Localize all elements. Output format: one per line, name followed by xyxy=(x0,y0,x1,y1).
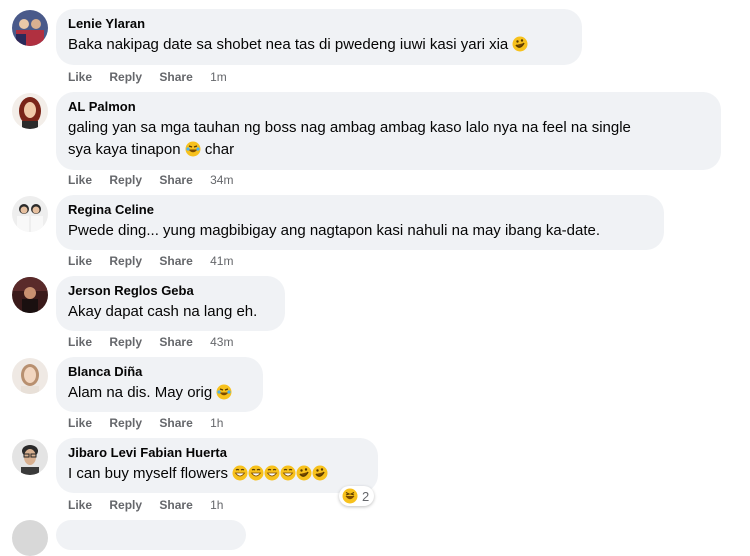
avatar[interactable] xyxy=(12,10,48,46)
comment-actions: Like Reply Share 34m xyxy=(68,172,233,188)
reaction-count: 2 xyxy=(362,488,370,504)
comment-timestamp[interactable]: 1h xyxy=(210,498,223,512)
comment-text: Akay dapat cash na lang eh. xyxy=(68,303,258,320)
like-button[interactable]: Like xyxy=(68,416,92,430)
grin-emoji-icon xyxy=(280,465,296,481)
commenter-name[interactable]: Jerson Reglos Geba xyxy=(68,283,273,299)
commenter-name[interactable]: Lenie Ylaran xyxy=(68,16,570,32)
avatar[interactable] xyxy=(12,439,48,475)
comment-bubble: AL Palmon galing yan sa mga tauhan ng bo… xyxy=(56,92,721,170)
reply-button[interactable]: Reply xyxy=(109,173,142,187)
comment-text: I can buy myself flowers xyxy=(68,463,366,485)
reaction-summary[interactable]: 2 xyxy=(339,486,375,506)
commenter-name[interactable]: Regina Celine xyxy=(68,202,652,218)
like-button[interactable]: Like xyxy=(68,335,92,349)
comment-text: Alam na dis. May orig xyxy=(68,382,251,404)
comment-actions: Like Reply Share 1h xyxy=(68,497,223,513)
like-button[interactable]: Like xyxy=(68,498,92,512)
rofl-emoji-icon xyxy=(512,36,528,52)
like-button[interactable]: Like xyxy=(68,254,92,268)
reply-button[interactable]: Reply xyxy=(109,335,142,349)
comment-bubble xyxy=(56,520,246,550)
rofl-emoji-icon xyxy=(312,465,328,481)
comment-text: Baka nakipag date sa shobet nea tas di p… xyxy=(68,34,570,56)
emoji-group xyxy=(232,465,328,482)
comment-actions: Like Reply Share 41m xyxy=(68,253,233,269)
comment-timestamp[interactable]: 1h xyxy=(210,416,223,430)
comment-timestamp[interactable]: 1m xyxy=(210,70,227,84)
avatar[interactable] xyxy=(12,520,48,556)
joy-emoji-icon xyxy=(216,384,232,400)
share-button[interactable]: Share xyxy=(159,335,192,349)
comment-actions: Like Reply Share 1m xyxy=(68,69,227,85)
comment-actions: Like Reply Share 43m xyxy=(68,334,233,350)
avatar[interactable] xyxy=(12,196,48,232)
share-button[interactable]: Share xyxy=(159,416,192,430)
share-button[interactable]: Share xyxy=(159,254,192,268)
avatar[interactable] xyxy=(12,93,48,129)
avatar[interactable] xyxy=(12,277,48,313)
comment-bubble: Blanca Diña Alam na dis. May orig xyxy=(56,357,263,412)
share-button[interactable]: Share xyxy=(159,173,192,187)
comment-bubble: Lenie Ylaran Baka nakipag date sa shobet… xyxy=(56,9,582,65)
share-button[interactable]: Share xyxy=(159,498,192,512)
comment-actions: Like Reply Share 1h xyxy=(68,415,223,431)
grin-emoji-icon xyxy=(264,465,280,481)
comment-timestamp[interactable]: 34m xyxy=(210,173,233,187)
reply-button[interactable]: Reply xyxy=(109,254,142,268)
joy-emoji-icon xyxy=(185,141,201,157)
reply-button[interactable]: Reply xyxy=(109,70,142,84)
comment-text: galing yan sa mga tauhan ng boss nag amb… xyxy=(68,119,631,158)
grin-emoji-icon xyxy=(232,465,248,481)
comment-bubble: Jerson Reglos Geba Akay dapat cash na la… xyxy=(56,276,285,331)
haha-reaction-icon xyxy=(342,488,358,504)
reply-button[interactable]: Reply xyxy=(109,498,142,512)
comment-bubble: Regina Celine Pwede ding... yung magbibi… xyxy=(56,195,664,250)
grin-emoji-icon xyxy=(248,465,264,481)
share-button[interactable]: Share xyxy=(159,70,192,84)
like-button[interactable]: Like xyxy=(68,173,92,187)
commenter-name[interactable]: Jibaro Levi Fabian Huerta xyxy=(68,445,366,461)
comment-text: Pwede ding... yung magbibigay ang nagtap… xyxy=(68,222,601,239)
comment-bubble: Jibaro Levi Fabian Huerta I can buy myse… xyxy=(56,438,378,493)
commenter-name[interactable]: AL Palmon xyxy=(68,99,709,115)
reply-button[interactable]: Reply xyxy=(109,416,142,430)
comment-timestamp[interactable]: 43m xyxy=(210,335,233,349)
comment-timestamp[interactable]: 41m xyxy=(210,254,233,268)
avatar[interactable] xyxy=(12,358,48,394)
rofl-emoji-icon xyxy=(296,465,312,481)
like-button[interactable]: Like xyxy=(68,70,92,84)
commenter-name[interactable]: Blanca Diña xyxy=(68,364,251,380)
